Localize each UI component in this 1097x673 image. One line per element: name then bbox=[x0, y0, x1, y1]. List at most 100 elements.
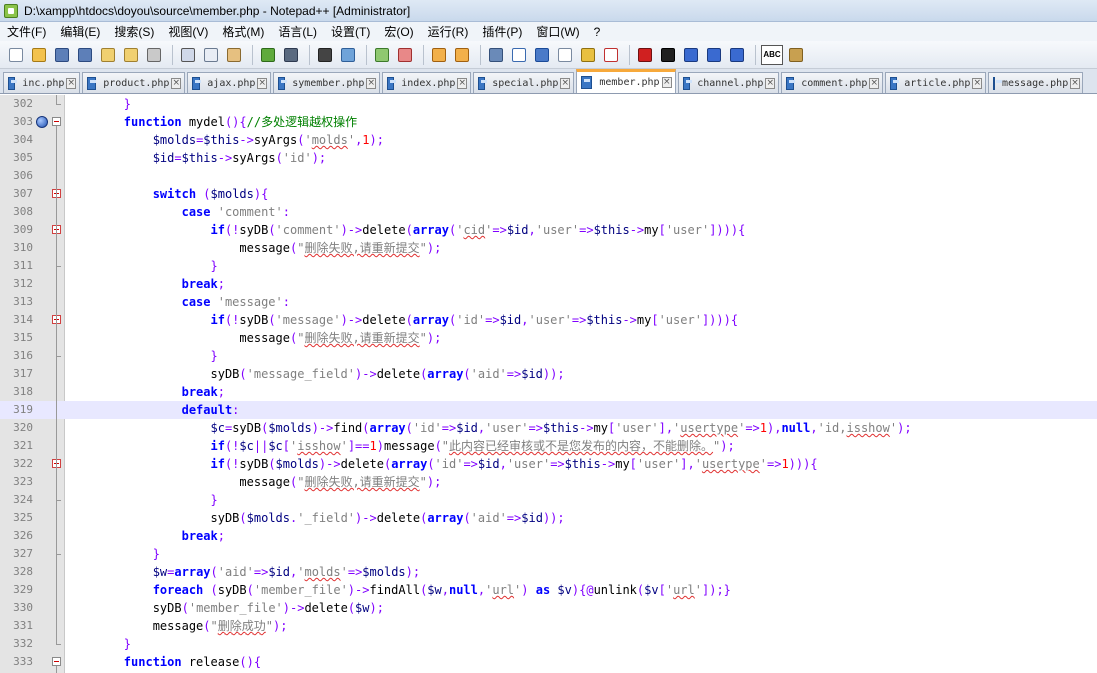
code-line[interactable]: 325 syDB($molds.'_field')->delete(array(… bbox=[0, 509, 1097, 527]
fold-toggle-icon[interactable] bbox=[52, 117, 61, 126]
code-line[interactable]: 315 message("删除失败,请重新提交"); bbox=[0, 329, 1097, 347]
code-line[interactable]: 319 default: bbox=[0, 401, 1097, 419]
word-wrap-button[interactable] bbox=[486, 45, 506, 65]
menu-item[interactable]: 格式(M) bbox=[215, 23, 271, 40]
code-line[interactable]: 333 function release(){ bbox=[0, 653, 1097, 671]
code-line[interactable]: 327 } bbox=[0, 545, 1097, 563]
code-line[interactable]: 310 message("删除失败,请重新提交"); bbox=[0, 239, 1097, 257]
stop-macro-button[interactable] bbox=[658, 45, 678, 65]
code-line[interactable]: 308 case 'comment': bbox=[0, 203, 1097, 221]
tab-ajax-php[interactable]: ajax.php × bbox=[187, 72, 271, 93]
code-line[interactable]: 312 break; bbox=[0, 275, 1097, 293]
bookmark-icon[interactable] bbox=[36, 116, 48, 128]
undo-button[interactable] bbox=[258, 45, 278, 65]
code-line[interactable]: 318 break; bbox=[0, 383, 1097, 401]
tab-channel-php[interactable]: channel.php × bbox=[678, 72, 779, 93]
language-button[interactable] bbox=[555, 45, 575, 65]
close-tab-icon[interactable]: × bbox=[66, 77, 76, 89]
menu-item[interactable]: 窗口(W) bbox=[529, 23, 586, 40]
tab-message-php[interactable]: message.php × bbox=[988, 72, 1083, 93]
code-line[interactable]: 302 } bbox=[0, 95, 1097, 113]
sync-vertical-button[interactable] bbox=[429, 45, 449, 65]
show-all-chars-button[interactable] bbox=[509, 45, 529, 65]
menu-item[interactable]: 语言(L) bbox=[271, 23, 324, 40]
close-tab-icon[interactable]: × bbox=[257, 77, 267, 89]
tab-special-php[interactable]: special.php × bbox=[473, 72, 574, 93]
code-line[interactable]: 306 bbox=[0, 167, 1097, 185]
close-tab-icon[interactable]: × bbox=[869, 77, 879, 89]
close-tab-icon[interactable]: × bbox=[765, 77, 775, 89]
close-button[interactable] bbox=[98, 45, 118, 65]
save-macro-button[interactable] bbox=[727, 45, 747, 65]
find-button[interactable] bbox=[315, 45, 335, 65]
code-line[interactable]: 320 $c=syDB($molds)->find(array('id'=>$i… bbox=[0, 419, 1097, 437]
menu-item[interactable]: 运行(R) bbox=[421, 23, 476, 40]
tab-index-php[interactable]: index.php × bbox=[382, 72, 471, 93]
play-multiple-button[interactable] bbox=[704, 45, 724, 65]
spell-settings-button[interactable] bbox=[786, 45, 806, 65]
tab-inc-php[interactable]: inc.php × bbox=[3, 72, 80, 93]
menu-item[interactable]: 宏(O) bbox=[377, 23, 420, 40]
code-line[interactable]: 331 message("删除成功"); bbox=[0, 617, 1097, 635]
code-line[interactable]: 304 $molds=$this->syArgs('molds',1); bbox=[0, 131, 1097, 149]
code-line[interactable]: 317 syDB('message_field')->delete(array(… bbox=[0, 365, 1097, 383]
save-all-button[interactable] bbox=[75, 45, 95, 65]
tab-member-php[interactable]: member.php × bbox=[576, 69, 676, 93]
code-line[interactable]: 303 function mydel(){//多处逻辑越权操作 bbox=[0, 113, 1097, 131]
tab-comment-php[interactable]: comment.php × bbox=[781, 72, 883, 93]
redo-button[interactable] bbox=[281, 45, 301, 65]
code-line[interactable]: 323 message("删除失败,请重新提交"); bbox=[0, 473, 1097, 491]
close-tab-icon[interactable]: × bbox=[661, 77, 672, 88]
code-line[interactable]: 324 } bbox=[0, 491, 1097, 509]
tab-product-php[interactable]: product.php × bbox=[82, 72, 185, 93]
code-line[interactable]: 307 switch ($molds){ bbox=[0, 185, 1097, 203]
close-all-button[interactable] bbox=[121, 45, 141, 65]
code-line[interactable]: 313 case 'message': bbox=[0, 293, 1097, 311]
spell-check-icon[interactable]: ABC bbox=[761, 44, 783, 65]
code-line[interactable]: 332 } bbox=[0, 635, 1097, 653]
copy-button[interactable] bbox=[201, 45, 221, 65]
menu-item[interactable]: 文件(F) bbox=[0, 23, 53, 40]
menu-item[interactable]: 编辑(E) bbox=[53, 23, 107, 40]
print-button[interactable] bbox=[144, 45, 164, 65]
zoom-in-button[interactable] bbox=[372, 45, 392, 65]
close-tab-icon[interactable]: × bbox=[171, 77, 181, 89]
close-tab-icon[interactable]: × bbox=[457, 77, 467, 89]
paste-button[interactable] bbox=[224, 45, 244, 65]
code-editor[interactable]: 302 } 303 function mydel(){//多处逻辑越权操作 304 … bbox=[0, 95, 1097, 673]
code-line[interactable]: 309 if(!syDB('comment')->delete(array('c… bbox=[0, 221, 1097, 239]
save-button[interactable] bbox=[52, 45, 72, 65]
play-macro-button[interactable] bbox=[681, 45, 701, 65]
code-line[interactable]: 328 $w=array('aid'=>$id,'molds'=>$molds)… bbox=[0, 563, 1097, 581]
replace-button[interactable] bbox=[338, 45, 358, 65]
code-line[interactable]: 314 if(!syDB('message')->delete(array('i… bbox=[0, 311, 1097, 329]
close-tab-icon[interactable]: × bbox=[366, 77, 376, 89]
fold-toggle-icon[interactable] bbox=[52, 657, 61, 666]
function-list-button[interactable] bbox=[601, 45, 621, 65]
menu-item[interactable]: 插件(P) bbox=[475, 23, 529, 40]
close-tab-icon[interactable]: × bbox=[1070, 77, 1080, 89]
code-line[interactable]: 326 break; bbox=[0, 527, 1097, 545]
menu-item[interactable]: 视图(V) bbox=[161, 23, 215, 40]
menu-item[interactable]: 搜索(S) bbox=[107, 23, 161, 40]
menu-item[interactable]: ? bbox=[587, 25, 608, 39]
code-line[interactable]: 321 if(!$c||$c['isshow']==1)message("此内容… bbox=[0, 437, 1097, 455]
new-file-button[interactable] bbox=[6, 45, 26, 65]
code-line[interactable]: 329 foreach (syDB('member_file')->findAl… bbox=[0, 581, 1097, 599]
close-tab-icon[interactable]: × bbox=[972, 77, 982, 89]
record-macro-button[interactable] bbox=[635, 45, 655, 65]
sync-horizontal-button[interactable] bbox=[452, 45, 472, 65]
tab-article-php[interactable]: article.php × bbox=[885, 72, 986, 93]
document-map-button[interactable] bbox=[578, 45, 598, 65]
code-line[interactable]: 316 } bbox=[0, 347, 1097, 365]
open-file-button[interactable] bbox=[29, 45, 49, 65]
code-line[interactable]: 322 if(!syDB($molds)->delete(array('id'=… bbox=[0, 455, 1097, 473]
indent-guide-button[interactable] bbox=[532, 45, 552, 65]
menu-item[interactable]: 设置(T) bbox=[324, 23, 377, 40]
code-line[interactable]: 311 } bbox=[0, 257, 1097, 275]
code-line[interactable]: 330 syDB('member_file')->delete($w); bbox=[0, 599, 1097, 617]
cut-button[interactable] bbox=[178, 45, 198, 65]
close-tab-icon[interactable]: × bbox=[560, 77, 570, 89]
zoom-out-button[interactable] bbox=[395, 45, 415, 65]
tab-symember-php[interactable]: symember.php × bbox=[273, 72, 380, 93]
